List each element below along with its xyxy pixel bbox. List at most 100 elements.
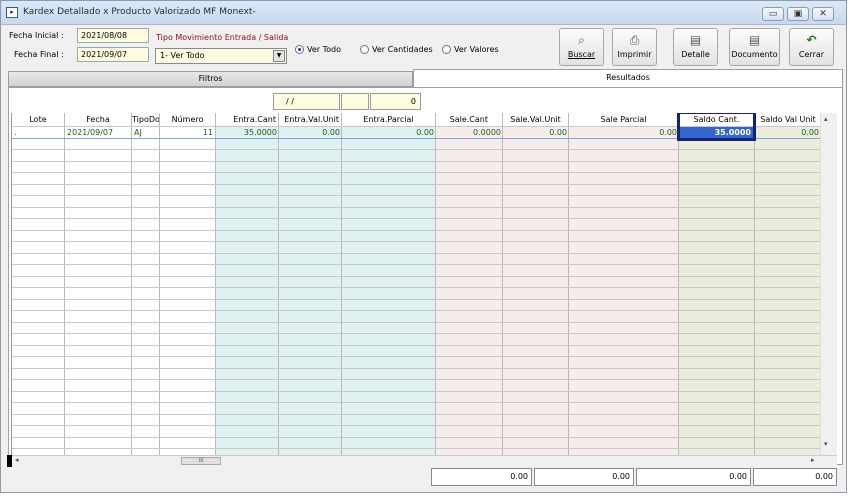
total-sale-parcial: 0.00 bbox=[534, 468, 634, 486]
grid-row-line bbox=[12, 310, 820, 311]
maximize-button[interactable]: ▣ bbox=[787, 7, 809, 21]
filter-date-input[interactable]: / / bbox=[273, 93, 340, 110]
header-lote[interactable]: Lote bbox=[12, 113, 64, 126]
cell-entra-val-unit[interactable]: 0.00 bbox=[279, 127, 340, 138]
cell-sale-val-unit[interactable]: 0.00 bbox=[503, 127, 567, 138]
header-sale-val-unit[interactable]: Sale.Val.Unit bbox=[503, 113, 568, 126]
header-entra-val-unit[interactable]: Entra.Val.Unit bbox=[279, 113, 341, 126]
close-button[interactable]: ✕ bbox=[812, 7, 834, 21]
chevron-down-icon[interactable]: ▼ bbox=[273, 50, 285, 62]
cell-tipodoc[interactable]: AJ bbox=[134, 127, 159, 138]
fecha-final-input[interactable]: 2021/09/07 bbox=[77, 47, 149, 62]
fecha-final-label: Fecha Final : bbox=[14, 50, 64, 59]
cell-entra-cant[interactable]: 35.0000 bbox=[216, 127, 277, 138]
radio-ver-todo[interactable]: Ver Todo bbox=[295, 45, 341, 54]
cell-lote[interactable]: . bbox=[14, 127, 64, 138]
fecha-inicial-input[interactable]: 2021/08/08 bbox=[77, 28, 149, 43]
header-entra-parcial[interactable]: Entra.Parcial bbox=[342, 113, 435, 126]
imprimir-label: Imprimir bbox=[617, 50, 652, 59]
tipo-movimiento-select[interactable]: 1- Ver Todo ▼ bbox=[155, 48, 287, 64]
results-grid[interactable]: Lote Fecha TipoDoc Número Entra.Cant Ent… bbox=[11, 113, 820, 455]
col-entra-parcial bbox=[342, 113, 436, 455]
horizontal-scrollbar[interactable]: ◂ III ▸ bbox=[7, 455, 837, 467]
grid-row-line bbox=[12, 321, 820, 323]
grid-row-line bbox=[12, 172, 820, 173]
header-entra-cant[interactable]: Entra.Cant bbox=[216, 113, 278, 126]
cell-entra-parcial[interactable]: 0.00 bbox=[342, 127, 434, 138]
col-entra-cant bbox=[216, 113, 279, 455]
detalle-button[interactable]: ▤ Detalle bbox=[673, 28, 718, 66]
grid-row-line bbox=[12, 241, 820, 242]
grid-row-line bbox=[12, 390, 820, 392]
header-saldo-val-unit[interactable]: Saldo Val Unit bbox=[755, 113, 820, 126]
tipo-movimiento-value: 1- Ver Todo bbox=[160, 51, 205, 60]
vertical-scrollbar[interactable]: ▴ ▾ bbox=[820, 113, 837, 455]
documento-button[interactable]: ▤ Documento bbox=[729, 28, 780, 66]
documento-label: Documento bbox=[731, 50, 778, 59]
grid-row-line bbox=[12, 425, 820, 426]
printer-icon: ⎙ bbox=[629, 33, 640, 47]
cerrar-button[interactable]: ↶ Cerrar bbox=[789, 28, 834, 66]
grid-row-line bbox=[12, 183, 820, 185]
grid-row-line bbox=[12, 160, 820, 162]
cell-saldo-val-unit[interactable]: 0.00 bbox=[755, 127, 819, 138]
grid-row-line bbox=[12, 218, 820, 219]
detail-icon: ▤ bbox=[689, 33, 702, 47]
cell-sale-parcial[interactable]: 0.00 bbox=[569, 127, 677, 138]
cell-sale-cant[interactable]: 0.0000 bbox=[436, 127, 501, 138]
minimize-button[interactable]: ▭ bbox=[762, 7, 784, 21]
header-fecha[interactable]: Fecha bbox=[65, 113, 131, 126]
radio-ver-todo-label: Ver Todo bbox=[307, 45, 341, 54]
radio-ver-valores-label: Ver Valores bbox=[454, 45, 499, 54]
cerrar-label: Cerrar bbox=[798, 50, 825, 59]
col-saldo-cant bbox=[679, 113, 755, 455]
grid-row-line bbox=[12, 379, 820, 380]
detalle-label: Detalle bbox=[681, 50, 710, 59]
app-icon: ▸ bbox=[6, 7, 18, 18]
tab-resultados[interactable]: Resultados bbox=[413, 69, 843, 87]
grid-row-line bbox=[12, 356, 820, 357]
grid-row-line bbox=[12, 402, 820, 403]
filter-count-input[interactable]: 0 bbox=[370, 93, 421, 110]
cell-fecha[interactable]: 2021/09/07 bbox=[67, 127, 131, 138]
col-saldo-val-unit bbox=[755, 113, 820, 455]
col-numero bbox=[160, 113, 216, 455]
radio-unchecked-icon bbox=[360, 45, 369, 54]
search-icon: ⌕ bbox=[578, 33, 585, 47]
kardex-window: ▸ Kardex Detallado x Producto Valorizado… bbox=[0, 0, 847, 493]
scroll-down-icon[interactable]: ▾ bbox=[824, 440, 828, 448]
grid-row-line bbox=[12, 413, 820, 415]
header-sale-cant[interactable]: Sale.Cant bbox=[436, 113, 502, 126]
radio-ver-cantidades[interactable]: Ver Cantidades bbox=[360, 45, 433, 54]
scroll-up-icon[interactable]: ▴ bbox=[824, 115, 828, 123]
cell-saldo-cant[interactable]: 35.0000 bbox=[680, 127, 753, 138]
scroll-right-icon[interactable]: ▸ bbox=[811, 456, 815, 464]
col-fecha bbox=[65, 113, 132, 455]
radio-ver-valores[interactable]: Ver Valores bbox=[442, 45, 499, 54]
buscar-button[interactable]: ⌕ Buscar bbox=[559, 28, 604, 66]
grid-row-line bbox=[12, 252, 820, 254]
grid-row-line bbox=[12, 149, 820, 150]
window-title: Kardex Detallado x Producto Valorizado M… bbox=[23, 7, 256, 17]
col-lote bbox=[12, 113, 65, 455]
grid-row-line bbox=[12, 264, 820, 265]
scroll-left-icon[interactable]: ◂ bbox=[15, 456, 19, 464]
header-sale-parcial[interactable]: Sale Parcial bbox=[569, 113, 678, 126]
tab-filtros[interactable]: Filtros bbox=[8, 71, 413, 87]
radio-unchecked-icon bbox=[442, 45, 451, 54]
grid-row-line bbox=[12, 206, 820, 208]
col-entra-val-unit bbox=[279, 113, 342, 455]
header-numero[interactable]: Número bbox=[160, 113, 215, 126]
header-tipodoc[interactable]: TipoDoc bbox=[132, 113, 159, 126]
cell-numero[interactable]: 11 bbox=[160, 127, 213, 138]
title-bar[interactable]: ▸ Kardex Detallado x Producto Valorizado… bbox=[1, 1, 846, 25]
buscar-label: Buscar bbox=[567, 50, 596, 59]
grid-row-line bbox=[12, 436, 820, 438]
undo-icon: ↶ bbox=[806, 33, 817, 47]
imprimir-button[interactable]: ⎙ Imprimir bbox=[612, 28, 657, 66]
filter-blank-input[interactable] bbox=[341, 93, 369, 110]
col-sale-parcial bbox=[569, 113, 679, 455]
scroll-thumb[interactable]: III bbox=[181, 457, 221, 465]
grid-row-line bbox=[12, 275, 820, 277]
grid-row-line bbox=[12, 344, 820, 346]
